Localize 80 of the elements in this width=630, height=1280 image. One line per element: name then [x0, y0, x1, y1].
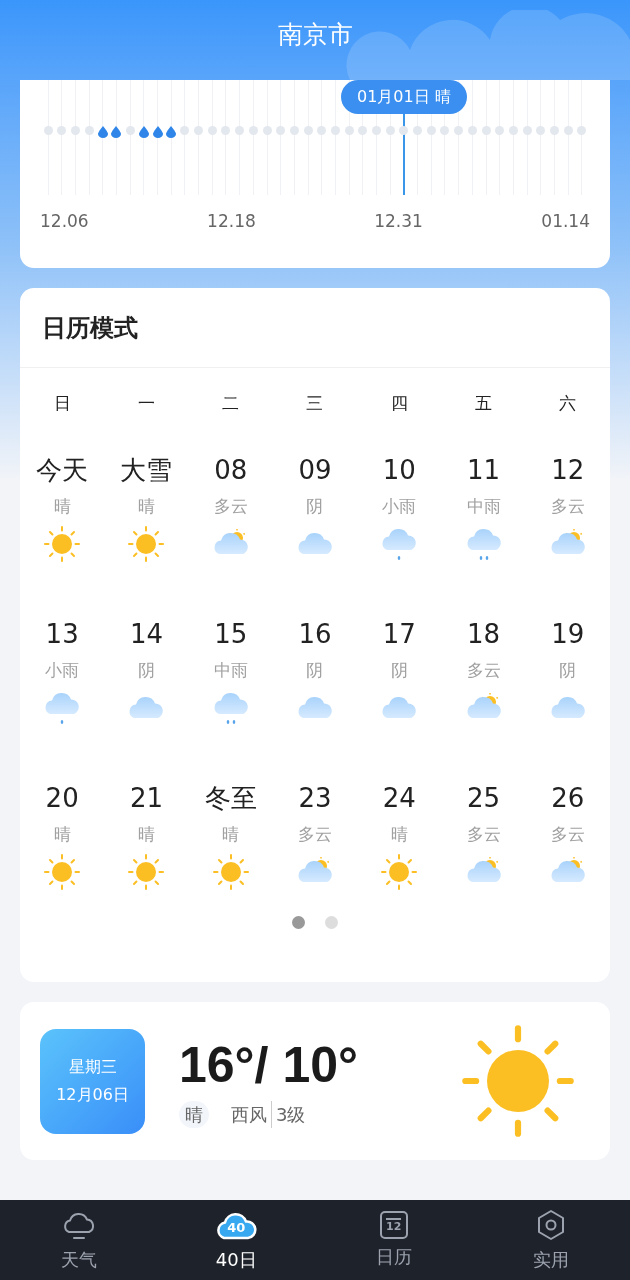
day-label: 12 [551, 454, 585, 487]
weather-label: 小雨 [382, 495, 417, 518]
day-label: 17 [382, 618, 416, 651]
weather-label: 阴 [559, 659, 577, 682]
weather-label: 阴 [306, 659, 324, 682]
day-label: 14 [129, 618, 163, 651]
day-label: 18 [467, 618, 501, 651]
weather-label: 阴 [306, 495, 324, 518]
calendar-title: 日历模式 [42, 312, 138, 344]
weather-label: 中雨 [466, 495, 501, 518]
day-label: 大雪 [120, 454, 173, 487]
day-label: 冬至 [204, 782, 257, 815]
day-column[interactable] [97, 80, 108, 195]
day-label: 08 [214, 454, 248, 487]
weather-label: 多云 [298, 823, 332, 846]
weather-label: 多云 [550, 823, 585, 846]
day-column[interactable] [152, 80, 163, 195]
weather-label: 阴 [137, 659, 155, 682]
day-label: 16 [298, 618, 332, 651]
tab-button[interactable]: 实用 [472, 1200, 630, 1280]
day-label: 24 [382, 782, 416, 815]
axis-date: 01.14 [541, 210, 590, 233]
date-tooltip: 01月01日 晴 [340, 80, 467, 114]
tab-button[interactable]: 40 40日 [157, 1200, 315, 1280]
temperature-range: 16°/ 10° [179, 1035, 358, 1095]
weather-label: 晴 [390, 823, 408, 846]
weather-label: 中雨 [213, 659, 248, 682]
weather-label: 晴 [222, 823, 240, 846]
weather-label: 多云 [466, 659, 501, 682]
day-column[interactable] [138, 80, 149, 195]
weather-label: 多云 [213, 495, 248, 518]
day-label: 19 [551, 618, 585, 651]
weather-label: 晴 [53, 495, 71, 518]
day-column[interactable] [453, 80, 464, 195]
sun-icon [42, 851, 83, 892]
weather-label: 晴 [137, 823, 155, 846]
weather-label: 多云 [466, 823, 501, 846]
day-label: 11 [467, 454, 501, 487]
day-label: 20 [45, 782, 79, 815]
day-label: 今天 [36, 454, 89, 487]
sun-icon [126, 851, 167, 892]
tab-button[interactable]: 天气 [0, 1200, 158, 1280]
axis-date: 12.31 [374, 210, 423, 233]
icon-number: 40 [227, 1221, 246, 1234]
weather-label: 晴 [53, 823, 71, 846]
weather-label: 晴 [137, 495, 155, 518]
weather-label: 阴 [390, 659, 408, 682]
weekday-label: 六 [558, 392, 578, 416]
icon-number: 12 [386, 1217, 402, 1232]
weekday-label: 四 [389, 392, 409, 416]
day-label: 15 [214, 618, 248, 651]
weekday-label: 五 [474, 392, 494, 416]
day-label: 25 [467, 782, 501, 815]
tab-button[interactable]: 12 日历 [315, 1200, 473, 1280]
city-title: 南京市 [277, 22, 353, 47]
day-label: 13 [45, 618, 79, 651]
day-label: 10 [382, 454, 416, 487]
day-label: 26 [551, 782, 585, 815]
sun-icon [379, 851, 420, 892]
day-column[interactable] [166, 80, 177, 195]
weekday-label: 一 [136, 392, 156, 416]
wind-direction: 西风 [231, 1100, 272, 1128]
weather-label: 小雨 [45, 659, 80, 682]
weekday-label: 二 [221, 392, 241, 416]
date-text: 12月06日 [56, 1084, 129, 1106]
weather-text: 晴 [179, 1100, 209, 1128]
day-label: 21 [129, 782, 163, 815]
axis-date: 12.06 [40, 210, 89, 233]
wind-level: 3级 [276, 1102, 306, 1127]
weekday-label: 三 [305, 392, 325, 416]
day-column[interactable] [111, 80, 122, 195]
day-label: 09 [298, 454, 332, 487]
sun-icon [126, 523, 167, 564]
sun-icon [42, 523, 83, 564]
axis-date: 12.18 [207, 210, 256, 233]
sun-icon [210, 851, 251, 892]
weekday-label: 日 [52, 392, 72, 416]
day-label: 23 [298, 782, 332, 815]
weather-label: 多云 [550, 495, 585, 518]
weekday-text: 星期三 [68, 1056, 117, 1078]
